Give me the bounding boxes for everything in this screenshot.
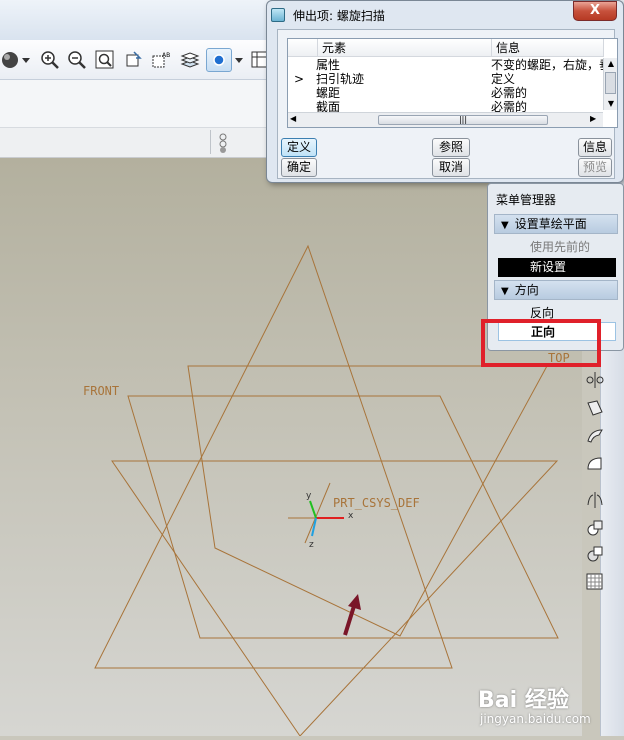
pattern-icon[interactable] [585,572,605,592]
element-info: 不变的螺距，右旋，垂 [491,58,612,72]
svg-text:AB: AB [162,52,170,59]
merge-icon[interactable] [585,518,605,538]
scroll-left-icon[interactable]: ◀ [290,114,296,123]
toolbar: AB [0,40,280,80]
reference-button[interactable]: 参照 [432,138,470,157]
datum-plane-icon[interactable] [585,398,605,418]
sketch-icon[interactable] [585,426,605,446]
ok-button[interactable]: 确定 [281,158,317,177]
mirror-icon[interactable] [585,490,605,510]
section-setup-sketch-plane[interactable]: ▼ 设置草绘平面 [494,214,618,234]
annotation-highlight-box [481,319,601,367]
curve-icon[interactable] [585,454,605,474]
close-button[interactable]: X [573,1,617,21]
scroll-thumb[interactable] [605,72,616,94]
menu-manager-title: 菜单管理器 [496,193,557,207]
app-icon [271,8,285,22]
list-header-spacer [288,39,318,57]
define-button[interactable]: 定义 [281,138,317,157]
csys-label: PRT_CSYS_DEF [333,496,420,510]
scroll-down-icon[interactable]: ▼ [604,98,617,110]
front-plane-label: FRONT [83,384,120,398]
direction-arrowhead [348,594,361,610]
datum-axis-icon[interactable] [585,370,605,390]
column-header-element[interactable]: 元素 [318,39,492,57]
element-list[interactable]: 元素 信息 属性 不变的螺距，右旋，垂 > 扫引轨迹 定义 螺距 必需的 截面 … [287,38,618,128]
dialog-title: 伸出项: 螺旋扫描 [293,8,385,23]
zoom-out-icon[interactable] [67,50,87,70]
command-area [0,80,280,128]
horizontal-scrollbar[interactable]: ◀ ||| ▶ [288,112,603,127]
triangle-down-icon: ▼ [501,286,509,297]
y-axis [309,500,317,519]
intersect-icon[interactable] [585,544,605,564]
list-item[interactable]: > 扫引轨迹 定义 [288,72,617,86]
chevron-down-icon[interactable] [234,50,244,70]
x-axis-label: x [348,511,354,521]
reorient-icon[interactable] [124,50,144,70]
scroll-up-icon[interactable]: ▲ [604,58,617,70]
element-name: 螺距 [316,86,341,100]
helical-sweep-dialog: 伸出项: 螺旋扫描 X 元素 信息 属性 不变的螺距，右旋，垂 > 扫引轨迹 定… [266,0,624,183]
watermark-url: jingyan.baidu.com [480,712,591,726]
list-item[interactable]: 截面 必需的 [288,100,617,112]
shading-ball-icon[interactable] [0,50,20,70]
scroll-right-icon[interactable]: ▶ [590,114,596,123]
scroll-thumb[interactable]: ||| [378,115,548,125]
section-direction[interactable]: ▼ 方向 [494,280,618,300]
menu-item-new-setup[interactable]: 新设置 [498,258,616,277]
smart-filter-icon[interactable] [216,132,230,157]
vertical-scrollbar[interactable]: ▲ ▼ [603,58,617,110]
zoom-fit-icon[interactable] [95,50,115,70]
y-axis-label: y [306,491,312,501]
cancel-button[interactable]: 取消 [432,158,470,177]
watermark: Bai 经验 jingyan.baidu.com [478,682,618,734]
spin-center-icon[interactable] [206,48,232,72]
column-header-info[interactable]: 信息 [492,39,604,57]
preview-button[interactable]: 预览 [578,158,612,177]
triangle-down-icon: ▼ [501,220,509,231]
layers-icon[interactable] [180,50,200,70]
datum-plane-edge [94,244,453,669]
list-item[interactable]: 螺距 必需的 [288,86,617,100]
z-axis-label: z [309,540,314,550]
element-name: 截面 [316,100,341,112]
watermark-logo: Bai 经验 [478,688,569,713]
element-info: 必需的 [491,86,528,100]
dialog-body: 元素 信息 属性 不变的螺距，右旋，垂 > 扫引轨迹 定义 螺距 必需的 截面 … [277,29,618,179]
chevron-down-icon[interactable] [20,50,32,70]
element-name: 扫引轨迹 [316,72,365,86]
current-marker: > [294,72,305,86]
info-button[interactable]: 信息 [578,138,612,157]
element-name: 属性 [316,58,341,72]
saved-views-icon[interactable]: AB [151,50,171,70]
dialog-titlebar[interactable]: 伸出项: 螺旋扫描 [271,4,571,26]
element-info: 定义 [491,72,516,86]
element-info: 必需的 [491,100,528,112]
menu-item-use-previous[interactable]: 使用先前的 [498,238,616,257]
list-item[interactable]: 属性 不变的螺距，右旋，垂 [288,58,617,72]
zoom-in-icon[interactable] [40,50,60,70]
feature-toolbar [582,340,606,740]
